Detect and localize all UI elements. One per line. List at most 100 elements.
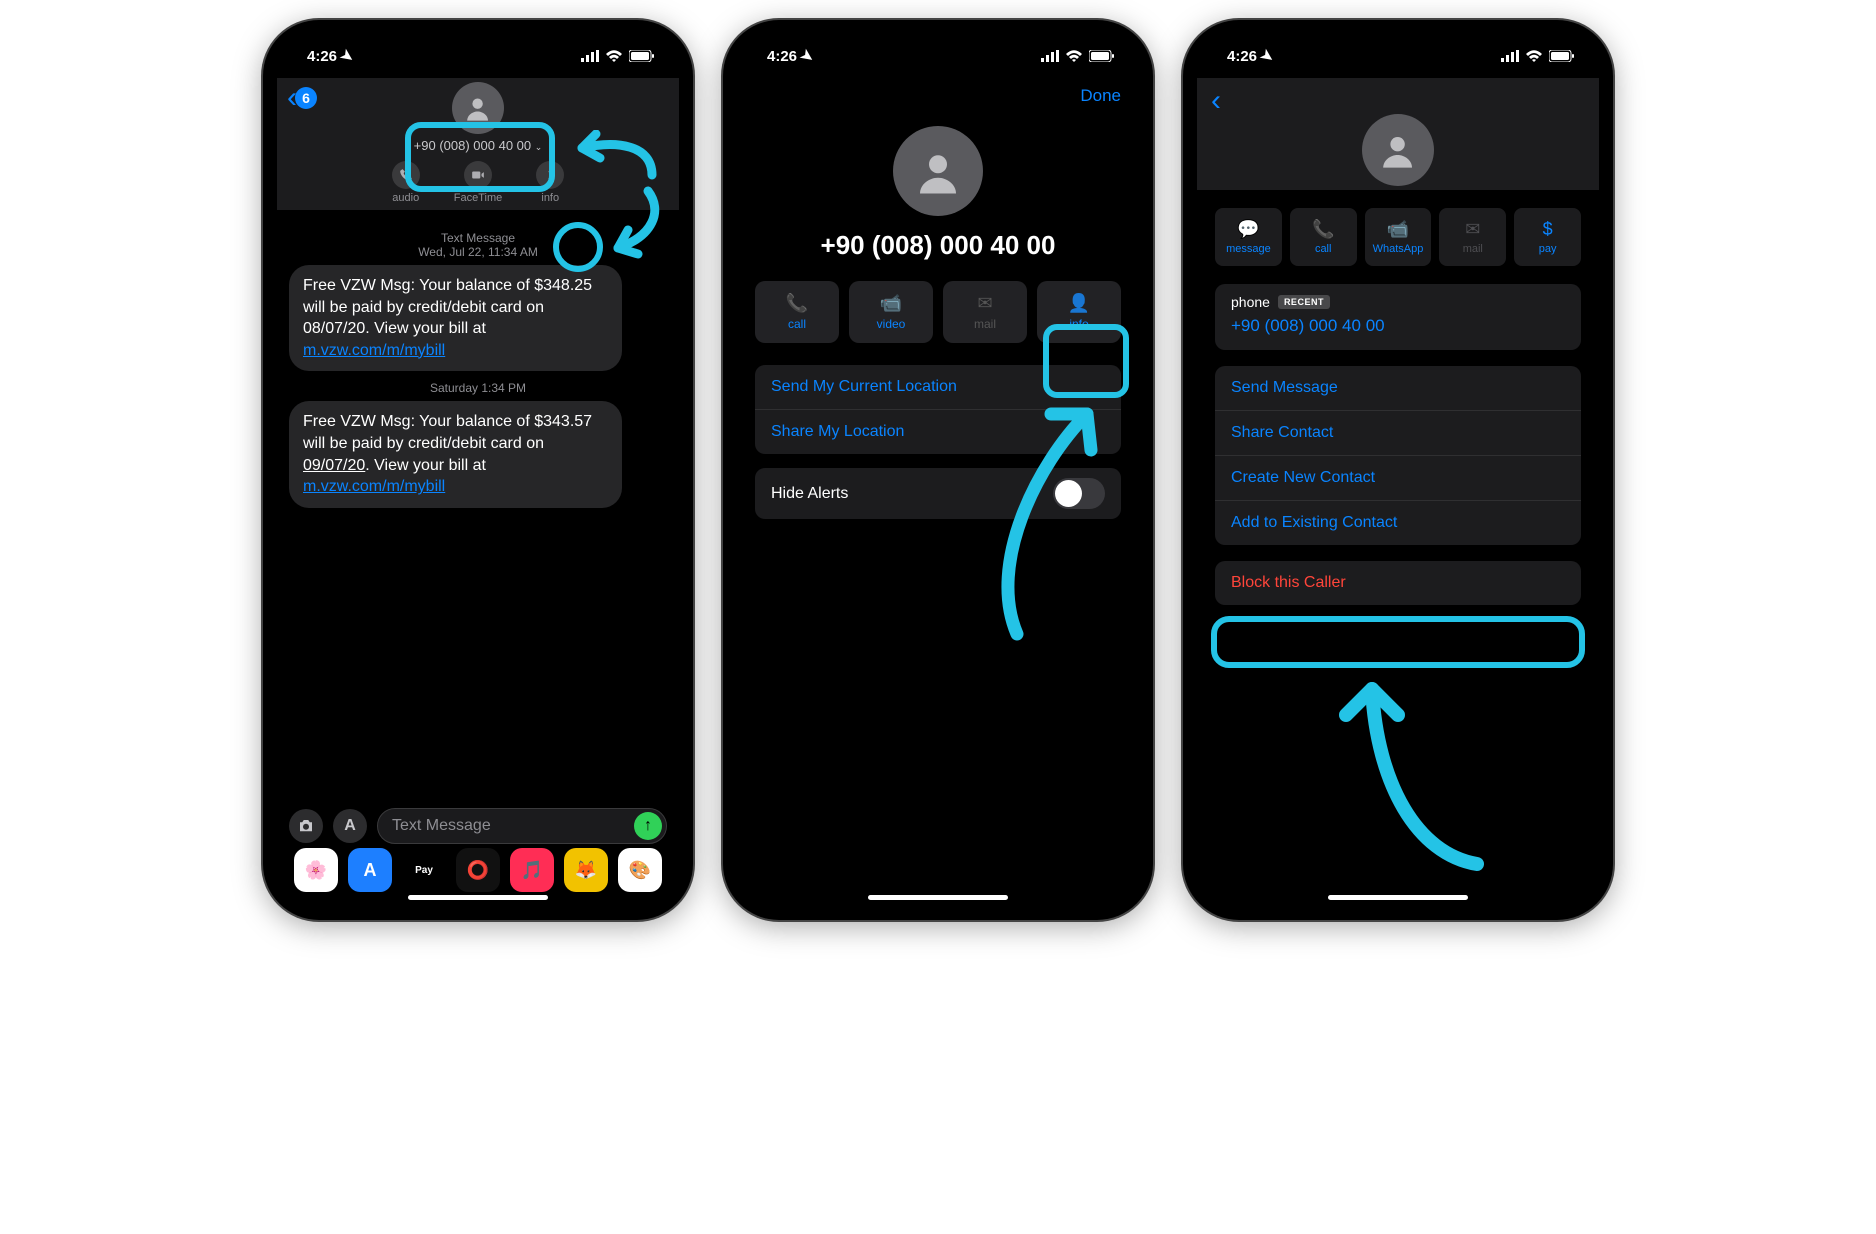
message-input[interactable]: Text Message ↑ bbox=[377, 808, 667, 844]
home-indicator[interactable] bbox=[1328, 895, 1468, 900]
info-icon: i bbox=[536, 161, 564, 189]
share-contact-row[interactable]: Share Contact bbox=[1215, 411, 1581, 456]
appstore-icon: A bbox=[344, 817, 356, 835]
dock-app-misc2[interactable]: 🎨 bbox=[618, 848, 662, 892]
send-button[interactable]: ↑ bbox=[634, 812, 662, 840]
person-icon bbox=[462, 92, 493, 123]
video-icon bbox=[464, 161, 492, 189]
contact-avatar bbox=[1362, 114, 1434, 186]
recent-badge: RECENT bbox=[1278, 295, 1330, 309]
screen-contact-info: 4:26 ➤ ‹ 💬message 📞call 📹WhatsApp bbox=[1197, 34, 1599, 906]
compose-bar: A Text Message ↑ bbox=[277, 808, 679, 844]
battery-icon bbox=[629, 50, 655, 62]
notch bbox=[1308, 20, 1488, 48]
camera-icon bbox=[297, 817, 315, 835]
share-location-row[interactable]: Share My Location bbox=[755, 410, 1121, 454]
wifi-icon bbox=[605, 50, 623, 62]
contact-avatar bbox=[893, 126, 983, 216]
conversation-header: ‹ 6 +90 (008) 000 40 00 ⌄ audio FaceTime bbox=[277, 78, 679, 211]
camera-button[interactable] bbox=[289, 809, 323, 843]
contact-options-group: Send Message Share Contact Create New Co… bbox=[1215, 366, 1581, 545]
message-link[interactable]: m.vzw.com/m/mybill bbox=[303, 342, 445, 359]
unread-count-badge[interactable]: 6 bbox=[295, 87, 317, 109]
dollar-icon: $ bbox=[1543, 219, 1553, 240]
dock-app-photos[interactable]: 🌸 bbox=[294, 848, 338, 892]
battery-icon bbox=[1549, 50, 1575, 62]
video-icon: 📹 bbox=[1387, 219, 1409, 240]
message-bubble[interactable]: Free VZW Msg: Your balance of $343.57 wi… bbox=[289, 401, 622, 507]
contact-action-row: 💬message 📞call 📹WhatsApp ✉︎mail $pay bbox=[1197, 190, 1599, 276]
location-group: Send My Current Location Share My Locati… bbox=[755, 365, 1121, 454]
home-indicator[interactable] bbox=[408, 895, 548, 900]
status-time: 4:26 bbox=[1227, 48, 1257, 65]
add-existing-row[interactable]: Add to Existing Contact bbox=[1215, 501, 1581, 545]
audio-button[interactable]: audio bbox=[392, 161, 420, 204]
status-time: 4:26 bbox=[307, 48, 337, 65]
whatsapp-tile[interactable]: 📹WhatsApp bbox=[1365, 208, 1432, 266]
contact-action-row: 📞 call 📹 video ✉︎ mail 👤 info bbox=[737, 261, 1139, 357]
phone-number-card[interactable]: phone RECENT +90 (008) 000 40 00 bbox=[1215, 284, 1581, 350]
person-icon: 👤 bbox=[1068, 293, 1090, 314]
dock-app-misc1[interactable]: 🦊 bbox=[564, 848, 608, 892]
annotation-arrow-4 bbox=[1317, 674, 1497, 874]
home-indicator[interactable] bbox=[868, 895, 1008, 900]
phone-icon: 📞 bbox=[786, 293, 808, 314]
location-arrow-icon: ➤ bbox=[337, 45, 358, 67]
mail-icon: ✉︎ bbox=[1465, 219, 1480, 240]
cellular-icon bbox=[1501, 50, 1519, 62]
location-arrow-icon: ➤ bbox=[797, 45, 818, 67]
dock-app-fitness[interactable]: ⭕ bbox=[456, 848, 500, 892]
phone-field-label: phone RECENT bbox=[1231, 294, 1330, 310]
message-list: Text Message Wed, Jul 22, 11:34 AM Free … bbox=[277, 211, 679, 508]
dock-app-music[interactable]: 🎵 bbox=[510, 848, 554, 892]
done-button[interactable]: Done bbox=[1080, 86, 1121, 106]
person-icon bbox=[1376, 128, 1419, 171]
dock-app-appstore[interactable]: A bbox=[348, 848, 392, 892]
block-caller-row[interactable]: Block this Caller bbox=[1215, 561, 1581, 605]
video-tile[interactable]: 📹 video bbox=[849, 281, 933, 343]
video-icon: 📹 bbox=[880, 293, 902, 314]
status-time: 4:26 bbox=[767, 48, 797, 65]
cellular-icon bbox=[1041, 50, 1059, 62]
send-location-row[interactable]: Send My Current Location bbox=[755, 365, 1121, 410]
hide-alerts-label: Hide Alerts bbox=[771, 485, 848, 503]
cellular-icon bbox=[581, 50, 599, 62]
person-icon bbox=[911, 144, 965, 198]
message-date-header: Text Message Wed, Jul 22, 11:34 AM bbox=[289, 231, 667, 259]
message-bubble[interactable]: Free VZW Msg: Your balance of $348.25 wi… bbox=[289, 265, 622, 371]
screen-contact-card: 4:26 ➤ Done +90 (008) 000 40 00 📞 call bbox=[737, 34, 1139, 906]
call-tile[interactable]: 📞 call bbox=[755, 281, 839, 343]
pay-tile[interactable]: $pay bbox=[1514, 208, 1581, 266]
mail-icon: ✉︎ bbox=[977, 293, 992, 314]
contact-avatar[interactable] bbox=[452, 82, 504, 134]
hide-alerts-row: Hide Alerts bbox=[755, 468, 1121, 519]
phone-number-value[interactable]: +90 (008) 000 40 00 bbox=[1231, 316, 1565, 336]
message-icon: 💬 bbox=[1237, 219, 1259, 240]
facetime-button[interactable]: FaceTime bbox=[454, 161, 503, 204]
location-arrow-icon: ➤ bbox=[1257, 45, 1278, 67]
info-tile[interactable]: 👤 info bbox=[1037, 281, 1121, 343]
phone-icon bbox=[392, 161, 420, 189]
phone-frame-2: 4:26 ➤ Done +90 (008) 000 40 00 📞 call bbox=[723, 20, 1153, 920]
info-button[interactable]: i info bbox=[536, 161, 564, 204]
send-message-row[interactable]: Send Message bbox=[1215, 366, 1581, 411]
screen-messages: 4:26 ➤ ‹ 6 +90 (008) 000 40 00 ⌄ bbox=[277, 34, 679, 906]
wifi-icon bbox=[1065, 50, 1083, 62]
placeholder-text: Text Message bbox=[392, 817, 491, 835]
back-button[interactable]: ‹ bbox=[1211, 84, 1221, 117]
annotation-highlight-block bbox=[1211, 616, 1585, 668]
call-tile[interactable]: 📞call bbox=[1290, 208, 1357, 266]
battery-icon bbox=[1089, 50, 1115, 62]
contact-number-label[interactable]: +90 (008) 000 40 00 ⌄ bbox=[277, 138, 679, 153]
message-link[interactable]: m.vzw.com/m/mybill bbox=[303, 478, 445, 495]
apps-button[interactable]: A bbox=[333, 809, 367, 843]
mail-tile: ✉︎ mail bbox=[943, 281, 1027, 343]
create-contact-row[interactable]: Create New Contact bbox=[1215, 456, 1581, 501]
message-tile[interactable]: 💬message bbox=[1215, 208, 1282, 266]
hide-alerts-toggle[interactable] bbox=[1053, 478, 1105, 509]
wifi-icon bbox=[1525, 50, 1543, 62]
mail-tile: ✉︎mail bbox=[1439, 208, 1506, 266]
notch bbox=[388, 20, 568, 48]
phone-frame-1: 4:26 ➤ ‹ 6 +90 (008) 000 40 00 ⌄ bbox=[263, 20, 693, 920]
dock-app-applepay[interactable]: Pay bbox=[402, 848, 446, 892]
